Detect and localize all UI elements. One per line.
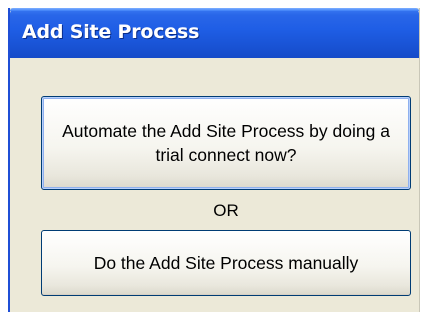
automate-add-site-button-label: Automate the Add Site Process by doing a… [62, 121, 390, 165]
window-title: Add Site Process [22, 21, 200, 43]
automate-add-site-button[interactable]: Automate the Add Site Process by doing a… [41, 96, 411, 190]
manual-add-site-button[interactable]: Do the Add Site Process manually [41, 230, 411, 296]
title-bar[interactable]: Add Site Process [10, 8, 419, 58]
manual-add-site-button-label: Do the Add Site Process manually [93, 253, 359, 273]
dialog-body: Automate the Add Site Process by doing a… [10, 58, 419, 312]
or-separator-label: OR [213, 201, 239, 220]
title-bar-highlight [10, 8, 419, 11]
add-site-process-dialog: Add Site Process Automate the Add Site P… [8, 8, 420, 312]
